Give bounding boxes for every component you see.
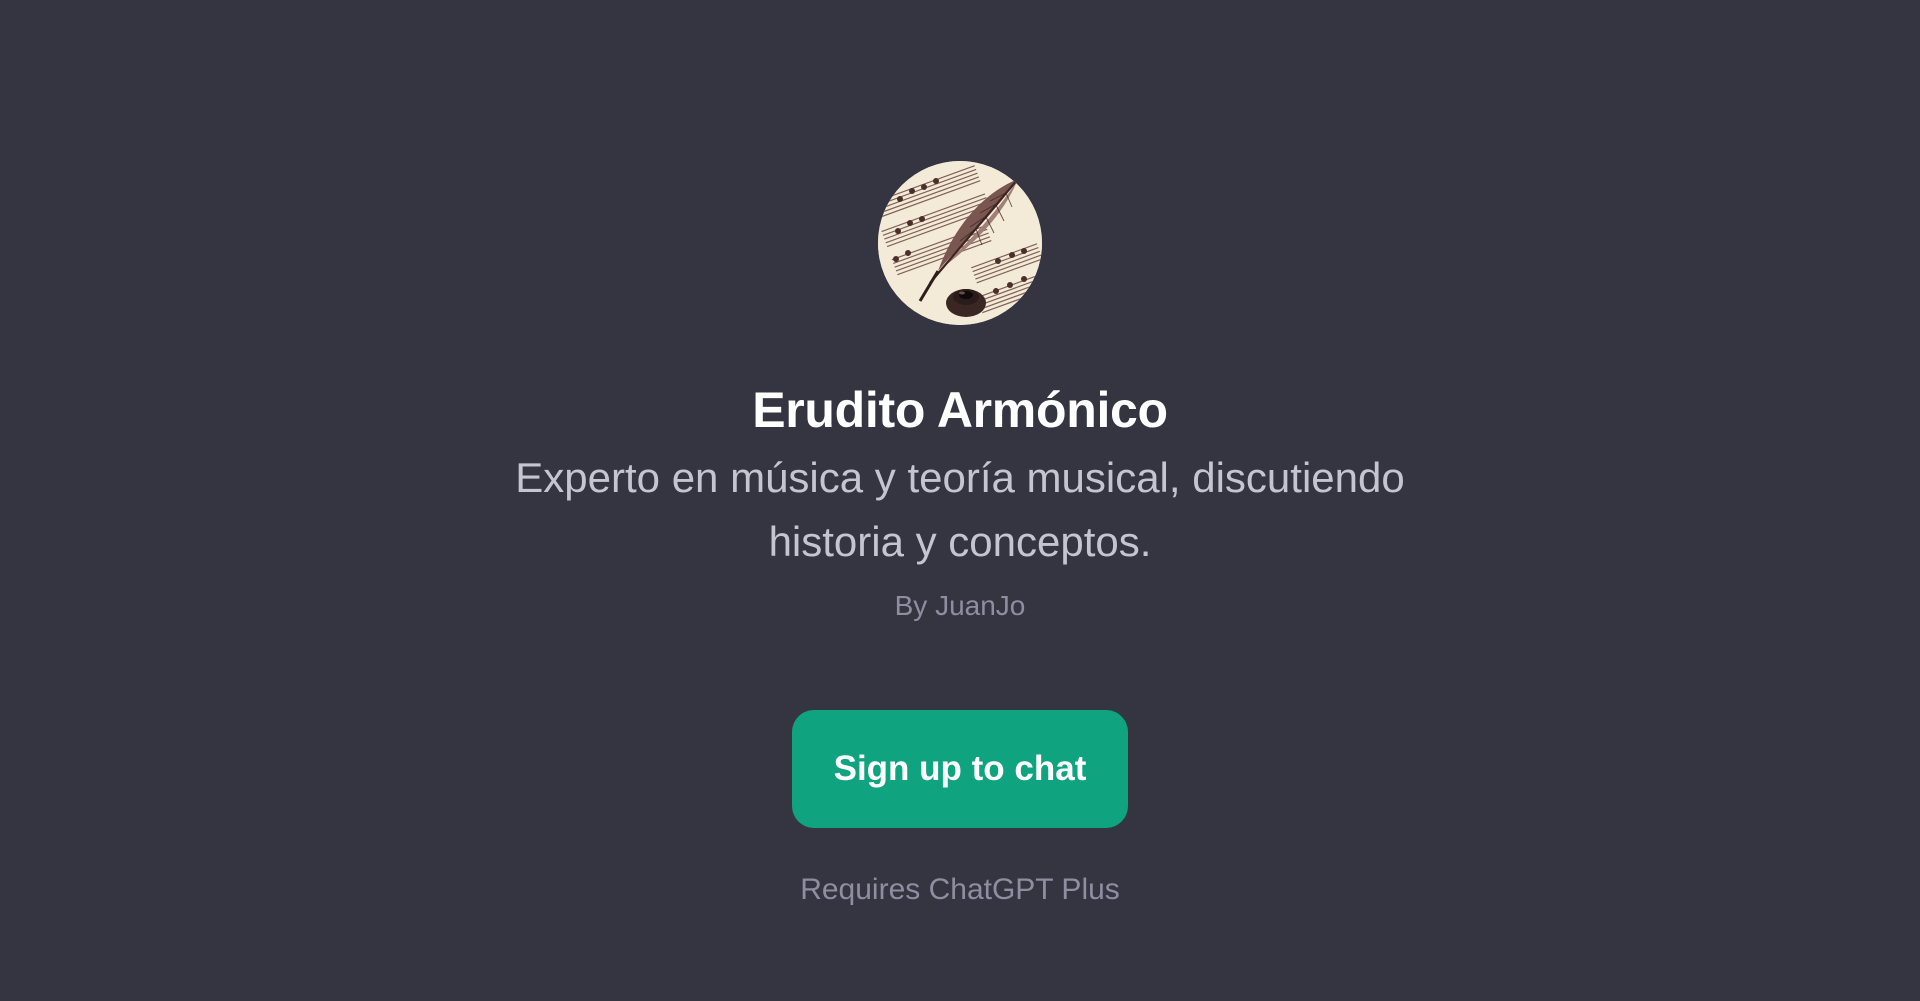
- plus-requirement-note: Requires ChatGPT Plus: [800, 873, 1120, 906]
- gpt-avatar: [878, 161, 1042, 325]
- gpt-landing-page: Erudito Armónico Experto en música y teo…: [0, 0, 1920, 1001]
- sign-up-to-chat-button[interactable]: Sign up to chat: [792, 710, 1128, 828]
- quill-and-sheet-music-icon: [878, 161, 1042, 325]
- gpt-author: By JuanJo: [894, 590, 1026, 621]
- gpt-description: Experto en música y teoría musical, disc…: [515, 454, 1405, 565]
- gpt-title: Erudito Armónico: [752, 382, 1168, 438]
